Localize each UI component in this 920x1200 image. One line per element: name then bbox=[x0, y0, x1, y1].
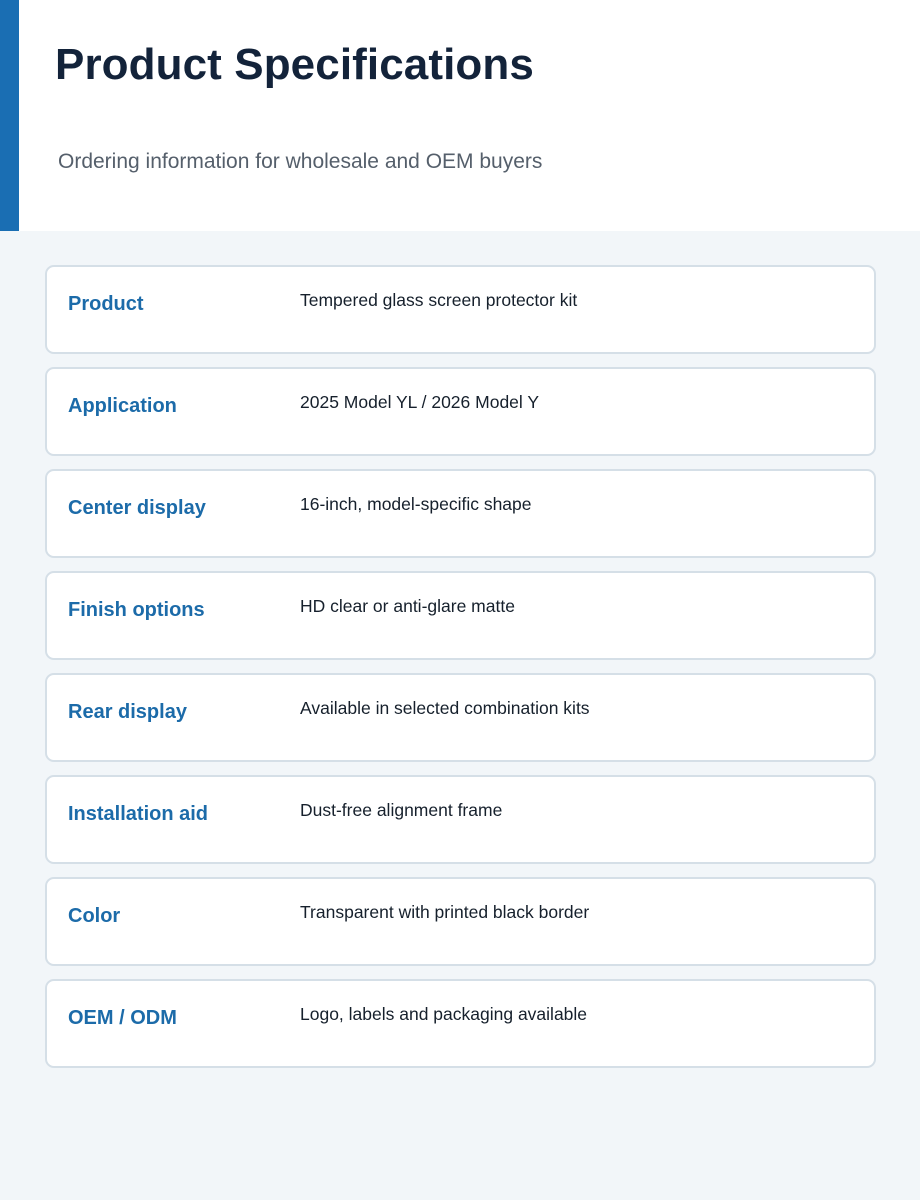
spec-value: Dust-free alignment frame bbox=[300, 800, 503, 820]
spec-row-center-display: Center display 16-inch, model-specific s… bbox=[45, 469, 876, 558]
page-header: Product Specifications Ordering informat… bbox=[0, 0, 920, 231]
spec-label: Rear display bbox=[68, 701, 187, 723]
accent-bar bbox=[0, 0, 19, 231]
page-title: Product Specifications bbox=[55, 40, 534, 89]
spec-row-oem-odm: OEM / ODM Logo, labels and packaging ava… bbox=[45, 979, 876, 1068]
spec-label: Application bbox=[68, 395, 177, 417]
spec-label: Color bbox=[68, 905, 121, 927]
spec-label: Finish options bbox=[68, 599, 205, 621]
spec-label: Product bbox=[68, 293, 144, 315]
spec-value: 16-inch, model-specific shape bbox=[300, 494, 532, 514]
page-subtitle: Ordering information for wholesale and O… bbox=[58, 150, 543, 173]
spec-value: Logo, labels and packaging available bbox=[300, 1004, 588, 1024]
spec-value: 2025 Model YL / 2026 Model Y bbox=[300, 392, 540, 412]
spec-row-color: Color Transparent with printed black bor… bbox=[45, 877, 876, 966]
spec-label: OEM / ODM bbox=[68, 1007, 177, 1029]
spec-value: Tempered glass screen protector kit bbox=[300, 290, 578, 310]
spec-value: Transparent with printed black border bbox=[300, 902, 590, 922]
spec-value: Available in selected combination kits bbox=[300, 698, 590, 718]
spec-label: Installation aid bbox=[68, 803, 209, 825]
spec-label: Center display bbox=[68, 497, 206, 519]
spec-row-application: Application 2025 Model YL / 2026 Model Y bbox=[45, 367, 876, 456]
spec-list: Product Tempered glass screen protector … bbox=[45, 265, 876, 1081]
spec-row-product: Product Tempered glass screen protector … bbox=[45, 265, 876, 354]
spec-row-finish-options: Finish options HD clear or anti-glare ma… bbox=[45, 571, 876, 660]
spec-row-rear-display: Rear display Available in selected combi… bbox=[45, 673, 876, 762]
spec-row-installation-aid: Installation aid Dust-free alignment fra… bbox=[45, 775, 876, 864]
spec-value: HD clear or anti-glare matte bbox=[300, 596, 515, 616]
